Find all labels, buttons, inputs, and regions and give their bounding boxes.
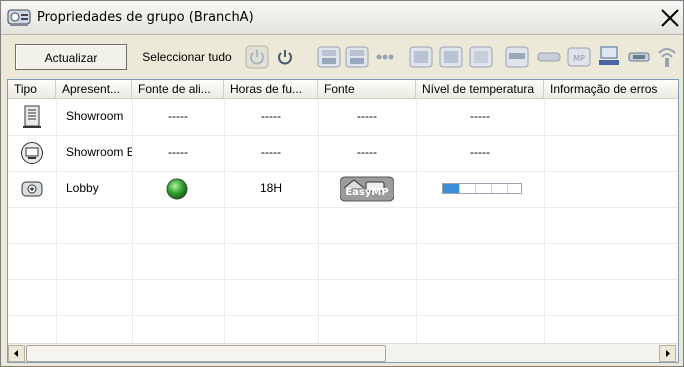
projector-list[interactable]: Tipo Apresent... Fonte de ali... Horas d… bbox=[7, 79, 679, 363]
easymp-source-badge: EasyMP bbox=[339, 176, 395, 202]
grid-line bbox=[8, 207, 678, 208]
grid-line bbox=[8, 315, 678, 316]
dvi-icon[interactable] bbox=[505, 45, 529, 69]
computer1-icon[interactable] bbox=[317, 45, 341, 69]
row-name: Showroom bbox=[66, 109, 124, 123]
row-power: ----- bbox=[168, 145, 188, 159]
network-icon[interactable] bbox=[627, 45, 651, 69]
toolbar: Actualizar Seleccionar tudo MP bbox=[1, 36, 683, 78]
horizontal-scrollbar[interactable] bbox=[8, 343, 678, 362]
row-source: ----- bbox=[357, 109, 377, 123]
window-title: Propriedades de grupo (BranchA) bbox=[37, 10, 254, 25]
scroll-right-button[interactable] bbox=[659, 345, 676, 362]
row-power: ----- bbox=[168, 109, 188, 123]
col-source[interactable]: Fonte bbox=[318, 80, 416, 99]
arrow-left-icon bbox=[14, 350, 18, 357]
power-off-icon[interactable] bbox=[245, 45, 269, 69]
tower-projector-icon bbox=[23, 105, 41, 128]
col-errors[interactable]: Informação de erros bbox=[544, 80, 678, 99]
lan-icon[interactable] bbox=[597, 45, 621, 69]
s-video-icon[interactable] bbox=[409, 45, 433, 69]
source-label: EasyMP bbox=[345, 187, 389, 198]
row-source: ----- bbox=[357, 145, 377, 159]
refresh-button[interactable]: Actualizar bbox=[15, 44, 127, 70]
easymp-icon[interactable]: MP bbox=[567, 45, 591, 69]
compact-projector-icon bbox=[21, 181, 43, 197]
temperature-bar bbox=[442, 183, 522, 194]
select-all-button[interactable]: Seleccionar tudo bbox=[137, 44, 237, 70]
scroll-left-button[interactable] bbox=[8, 345, 25, 362]
grid-line bbox=[8, 243, 678, 244]
group-properties-window: Propriedades de grupo (BranchA) Actualiz… bbox=[0, 0, 684, 367]
round-projector-icon bbox=[21, 142, 43, 164]
component-icon[interactable] bbox=[439, 45, 463, 69]
row-hours: ----- bbox=[261, 109, 281, 123]
power-on-icon[interactable] bbox=[273, 45, 297, 69]
temperature-bar-fill bbox=[443, 184, 459, 193]
usb-icon[interactable] bbox=[537, 45, 561, 69]
row-name: Showroom E bbox=[66, 145, 132, 159]
row-temperature: ----- bbox=[470, 109, 490, 123]
computer2-icon[interactable] bbox=[345, 45, 369, 69]
projector-app-icon bbox=[7, 9, 31, 26]
hdmi-icon[interactable] bbox=[469, 45, 493, 69]
title-bar[interactable]: Propriedades de grupo (BranchA) bbox=[1, 1, 683, 35]
video-icon[interactable] bbox=[373, 45, 397, 69]
row-hours: 18H bbox=[259, 181, 282, 195]
close-icon[interactable] bbox=[658, 6, 682, 30]
arrow-right-icon bbox=[666, 350, 670, 357]
row-name: Lobby bbox=[66, 181, 99, 195]
row-temperature: ----- bbox=[470, 145, 490, 159]
row-hours: ----- bbox=[261, 145, 281, 159]
column-header: Tipo Apresent... Fonte de ali... Horas d… bbox=[8, 80, 678, 99]
grid-line bbox=[8, 279, 678, 280]
power-on-indicator-icon bbox=[166, 178, 188, 200]
scroll-thumb[interactable] bbox=[26, 345, 386, 362]
wireless-icon[interactable] bbox=[655, 45, 679, 69]
col-power[interactable]: Fonte de ali... bbox=[132, 80, 224, 99]
col-name[interactable]: Apresent... bbox=[56, 80, 132, 99]
col-temperature[interactable]: Nível de temperatura bbox=[416, 80, 544, 99]
svg-text:MP: MP bbox=[573, 54, 585, 63]
col-hours[interactable]: Horas de fu... bbox=[224, 80, 318, 99]
col-type[interactable]: Tipo bbox=[8, 80, 56, 99]
